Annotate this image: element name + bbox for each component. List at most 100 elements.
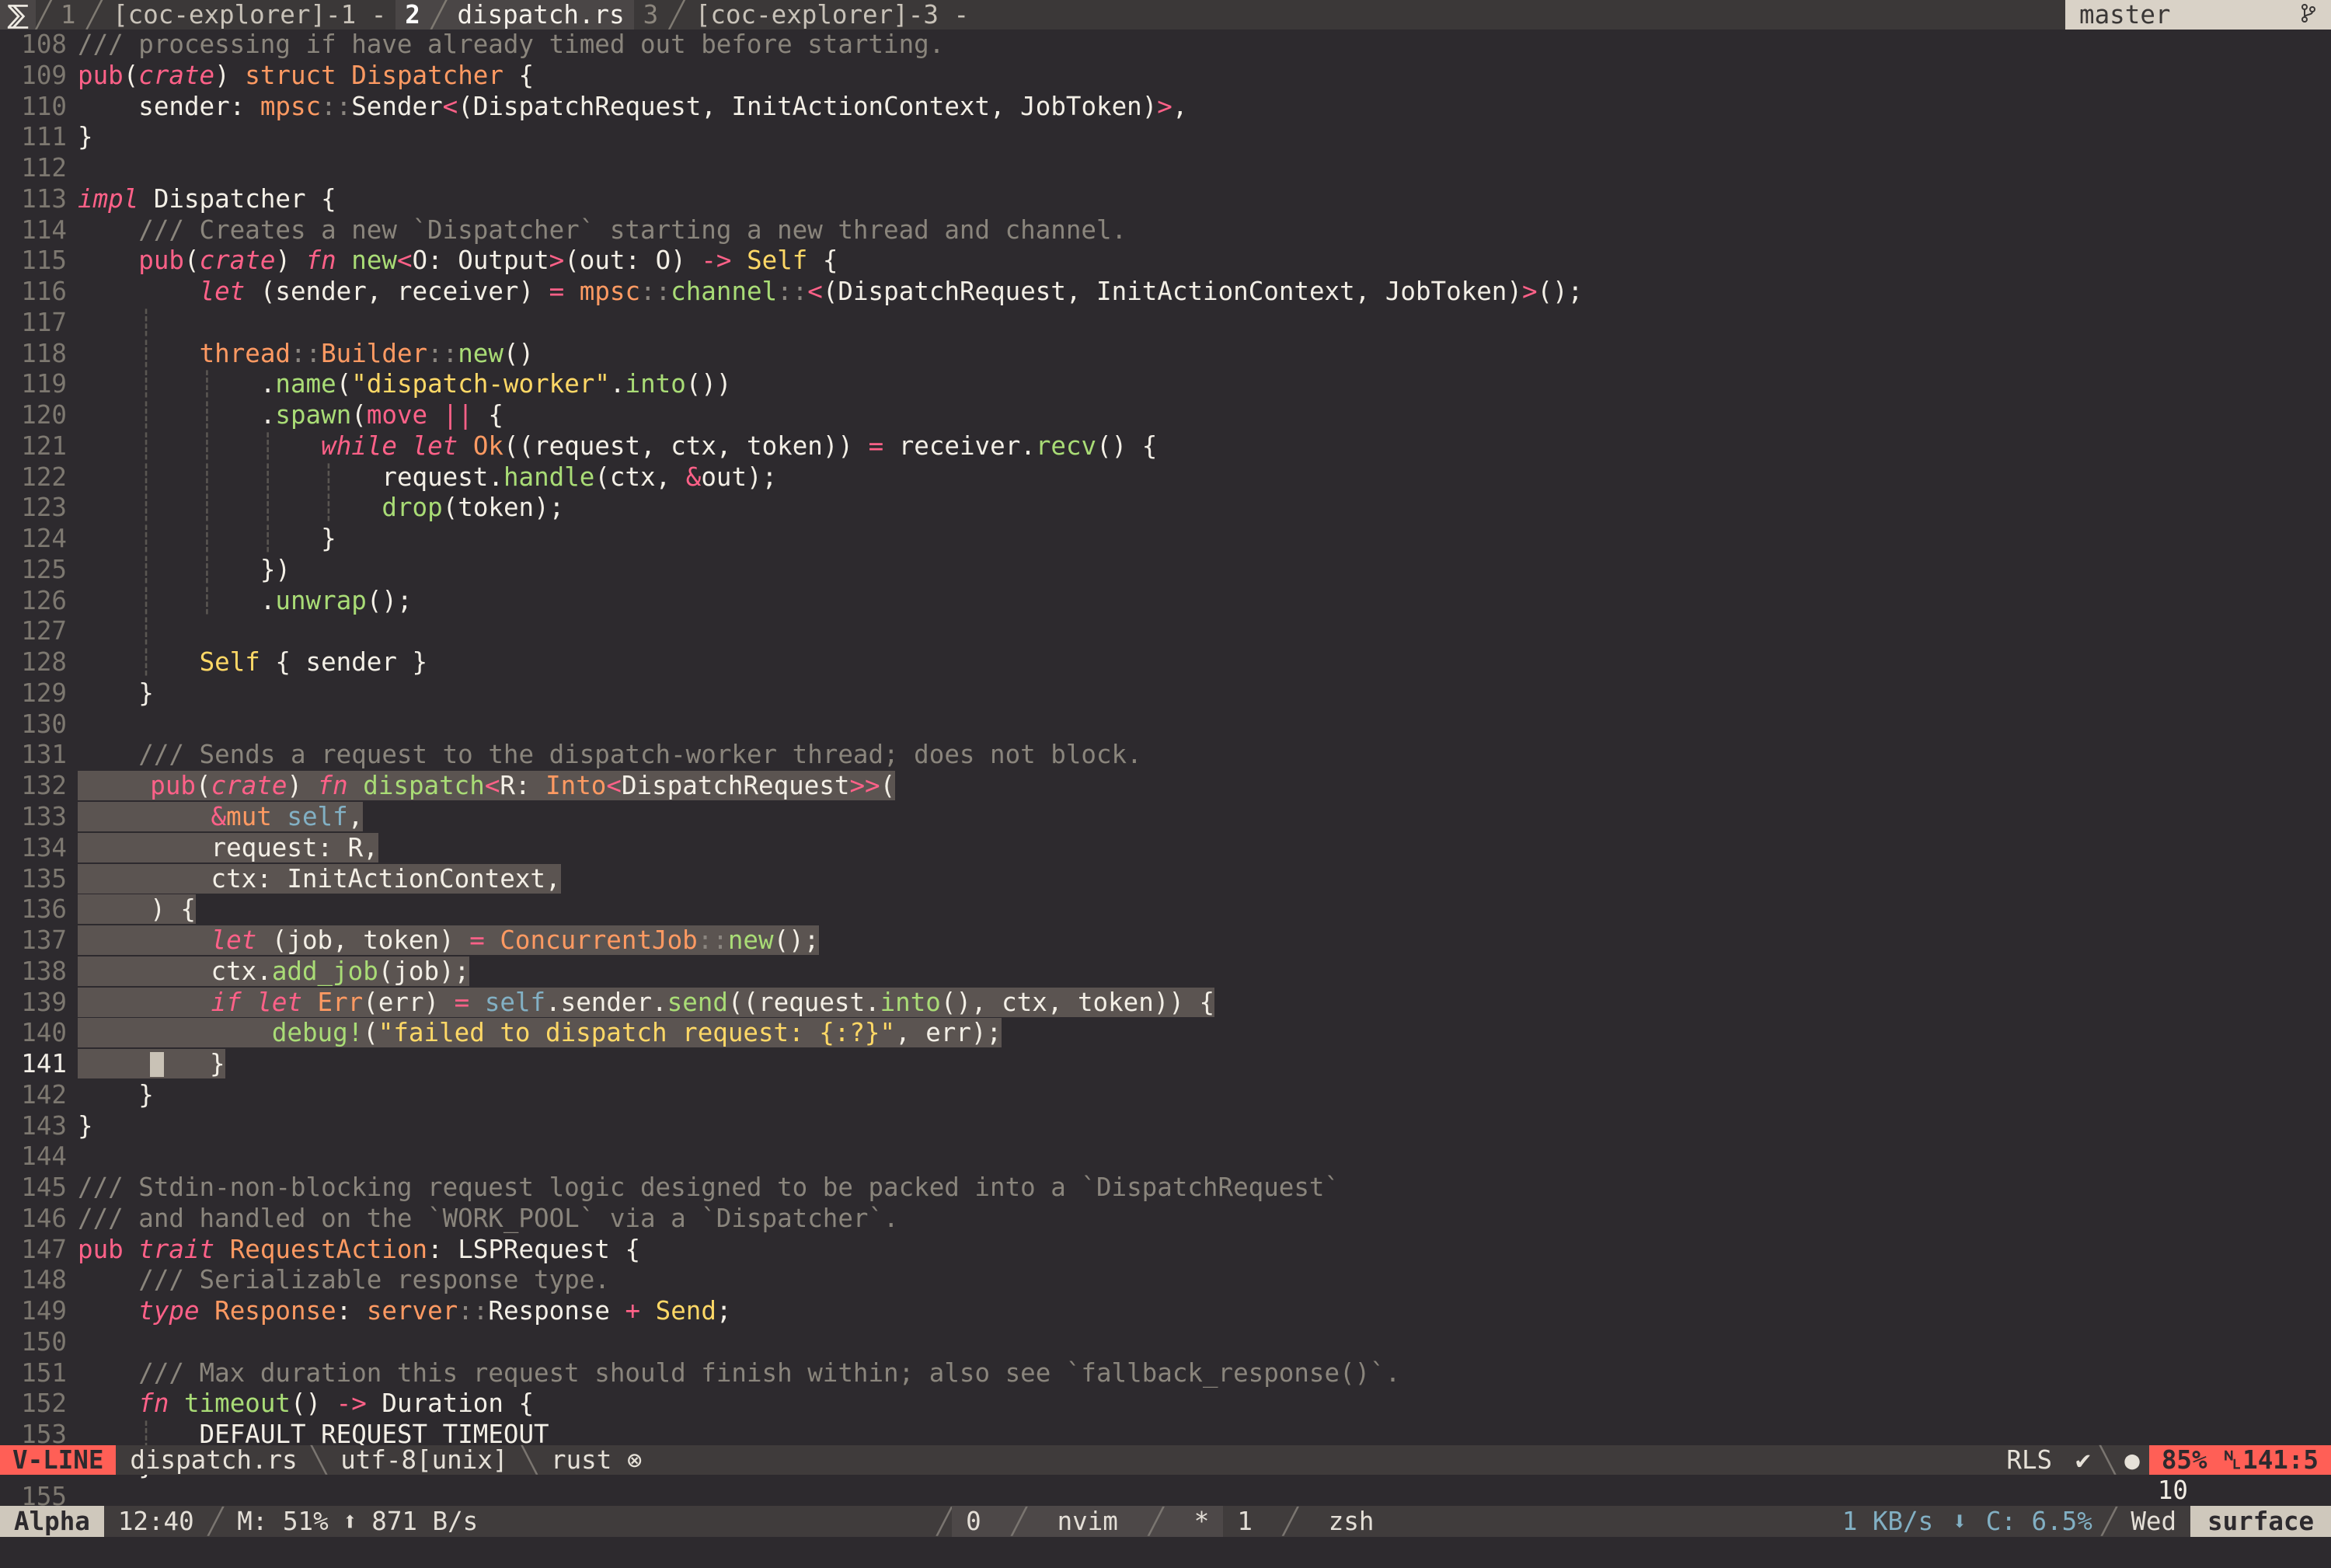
indent-guide: ┊ bbox=[138, 554, 154, 584]
code-line[interactable]: 144 bbox=[0, 1141, 2331, 1171]
code-line[interactable]: 150 bbox=[0, 1327, 2331, 1357]
code-line[interactable]: 112 bbox=[0, 153, 2331, 183]
code-token: move bbox=[366, 400, 428, 430]
code-token: dispatch bbox=[363, 771, 485, 801]
code-token: { bbox=[807, 246, 838, 276]
code-line[interactable]: 139 if let Err(err) = self.sender.send((… bbox=[0, 987, 2331, 1017]
line-number: 132 bbox=[21, 771, 67, 801]
code-token: = bbox=[868, 430, 884, 461]
code-token: ((request. bbox=[727, 987, 880, 1017]
tab-2[interactable]: 2 ╱ dispatch.rs bbox=[395, 0, 634, 30]
code-line[interactable]: 152 fn timeout() -> Duration { bbox=[0, 1389, 2331, 1418]
indent-guide: ┊ bbox=[199, 400, 215, 430]
code-line[interactable]: 121 ┊ ┊ ┊ while let Ok((request, ctx, to… bbox=[0, 431, 2331, 461]
code-token: name bbox=[275, 369, 336, 399]
code-token: & bbox=[211, 802, 227, 831]
code-token: ConcurrentJob bbox=[500, 925, 698, 956]
code-line[interactable]: 136 ) { bbox=[0, 894, 2331, 925]
code-line[interactable]: 122 ┊ ┊ ┊ ┊ request.handle(ctx, &out); bbox=[0, 462, 2331, 492]
code-line[interactable]: 133 &mut self, bbox=[0, 802, 2331, 831]
code-line[interactable]: 117 ┊ bbox=[0, 308, 2331, 337]
code-line[interactable]: 141 } bbox=[0, 1049, 2331, 1079]
code-line[interactable]: 148 /// Serializable response type. bbox=[0, 1265, 2331, 1294]
code-line[interactable]: 135 ctx: InitActionContext, bbox=[0, 863, 2331, 894]
check-icon: ✔ bbox=[2075, 1445, 2091, 1475]
line-code: /// and handled on the `WORK_POOL` via a… bbox=[78, 1204, 899, 1233]
code-token: RequestAction bbox=[229, 1234, 428, 1264]
selection-count: 10 bbox=[2157, 1476, 2188, 1505]
git-branch: master bbox=[2065, 0, 2331, 30]
code-line[interactable]: 126 ┊ ┊ .unwrap(); bbox=[0, 586, 2331, 615]
code-line[interactable]: 151 /// Max duration this request should… bbox=[0, 1358, 2331, 1388]
code-line[interactable]: 108 /// processing if have already timed … bbox=[0, 30, 2331, 59]
upload-icon: ⬆ bbox=[342, 1507, 358, 1536]
code-line[interactable]: 125 ┊ ┊ }) bbox=[0, 555, 2331, 584]
tab-3[interactable]: 3 ╱ [coc-explorer]-3 - bbox=[634, 0, 978, 30]
tab-1[interactable]: 1 ╱ [coc-explorer]-1 - bbox=[51, 0, 395, 30]
code-token: Duration { bbox=[366, 1389, 535, 1419]
code-line[interactable]: 129 } bbox=[0, 678, 2331, 708]
code-token: (DispatchRequest, InitActionContext, Job… bbox=[822, 277, 1522, 307]
code-line[interactable]: 143} bbox=[0, 1111, 2331, 1141]
line-number: 142 bbox=[21, 1079, 67, 1110]
tmux-window-active[interactable]: 0 ╱ nvim ╱ * bbox=[952, 1506, 1224, 1537]
code-line[interactable]: 118 ┊ thread::Builder::new() bbox=[0, 339, 2331, 368]
indent-guide: ┊ bbox=[260, 524, 276, 554]
code-token: ( bbox=[183, 246, 200, 276]
code-token: > bbox=[1157, 91, 1172, 121]
command-line[interactable]: 10 bbox=[0, 1475, 2331, 1506]
code-line[interactable]: 137 let (job, token) = ConcurrentJob::ne… bbox=[0, 925, 2331, 956]
code-line[interactable]: 116 let (sender, receiver) = mpsc::chann… bbox=[0, 277, 2331, 306]
code-line[interactable]: 127 ┊ bbox=[0, 616, 2331, 646]
code-line[interactable]: 115 pub(crate) fn new<O: Output>(out: O)… bbox=[0, 246, 2331, 275]
tmux-window[interactable]: 1 ╱ zsh bbox=[1223, 1506, 1388, 1537]
code-line[interactable]: 142 } bbox=[0, 1080, 2331, 1110]
line-number: 129 bbox=[21, 678, 67, 708]
code-line[interactable]: 110 sender: mpsc::Sender<(DispatchReques… bbox=[0, 92, 2331, 121]
line-code: ctx: InitActionContext, bbox=[78, 863, 561, 894]
code-line[interactable]: 114 /// Creates a new `Dispatcher` start… bbox=[0, 215, 2331, 245]
line-number: 145 bbox=[21, 1173, 67, 1203]
tmux-session-name[interactable]: Alpha bbox=[0, 1506, 104, 1537]
code-line[interactable]: 149 type Response: server::Response + Se… bbox=[0, 1296, 2331, 1326]
code-token: :: bbox=[697, 925, 728, 956]
code-line[interactable]: 140 debug!("failed to dispatch request: … bbox=[0, 1018, 2331, 1048]
code-line[interactable]: 123 ┊ ┊ ┊ ┊ drop(token); bbox=[0, 493, 2331, 522]
code-line[interactable]: 120 ┊ ┊ .spawn(move || { bbox=[0, 400, 2331, 430]
code-token: trait bbox=[138, 1234, 215, 1264]
indent-guide: ┊ bbox=[138, 585, 154, 615]
code-line[interactable]: 124 ┊ ┊ ┊ } bbox=[0, 524, 2331, 553]
line-number: 137 bbox=[21, 925, 67, 956]
code-line[interactable]: 131 /// Sends a request to the dispatch-… bbox=[0, 740, 2331, 769]
code-line[interactable]: 113 impl Dispatcher { bbox=[0, 184, 2331, 214]
code-token: } bbox=[78, 1110, 93, 1141]
code-line[interactable]: 111} bbox=[0, 122, 2331, 152]
code-token: Into bbox=[545, 771, 607, 801]
code-editor[interactable]: 108 /// processing if have already timed … bbox=[0, 30, 2331, 1511]
code-line[interactable]: 119 ┊ ┊ .name("dispatch-worker".into()) bbox=[0, 369, 2331, 399]
code-line[interactable]: 109 pub(crate) struct Dispatcher { bbox=[0, 61, 2331, 90]
code-line[interactable]: 146 /// and handled on the `WORK_POOL` vi… bbox=[0, 1204, 2331, 1233]
code-token: crate bbox=[211, 771, 287, 801]
code-line[interactable]: 130 bbox=[0, 709, 2331, 739]
code-token: || bbox=[442, 400, 473, 430]
line-number: 124 bbox=[21, 524, 67, 554]
code-line[interactable]: 134 request: R, bbox=[0, 832, 2331, 862]
code-line[interactable]: 145 /// Stdin-non-blocking request logic … bbox=[0, 1173, 2331, 1202]
code-token: > bbox=[549, 246, 565, 276]
code-line[interactable]: 147 pub trait RequestAction: LSPRequest { bbox=[0, 1235, 2331, 1264]
code-line[interactable]: 128 ┊ Self { sender } bbox=[0, 647, 2331, 677]
code-line[interactable]: 132 pub(crate) fn dispatch<R: Into<Dispa… bbox=[0, 771, 2331, 801]
code-token: Err bbox=[317, 987, 364, 1017]
code-token: < bbox=[606, 771, 622, 801]
code-token: Dispatcher bbox=[351, 60, 503, 90]
code-line[interactable]: 138 ctx.add_job(job); bbox=[0, 956, 2331, 986]
